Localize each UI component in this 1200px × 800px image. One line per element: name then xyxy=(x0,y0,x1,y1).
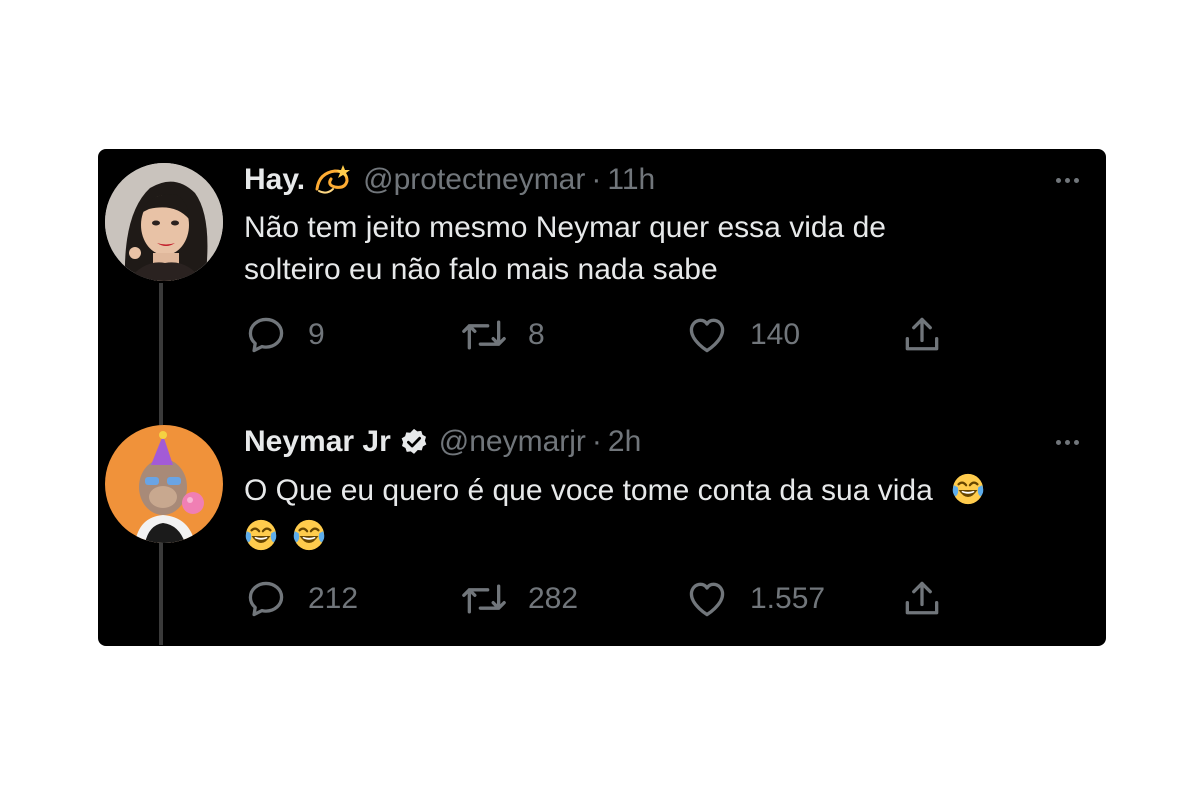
retweet-button[interactable]: 8 xyxy=(460,313,545,357)
tweet-text: O Que eu quero é que voce tome conta da … xyxy=(244,470,1084,558)
timestamp[interactable]: 11h xyxy=(607,162,655,198)
share-button[interactable] xyxy=(900,313,944,357)
verified-badge-icon xyxy=(399,427,429,457)
share-icon xyxy=(905,581,939,615)
reply-icon xyxy=(248,317,284,353)
reply-button[interactable]: 9 xyxy=(244,313,325,357)
tweet-actions: 212 282 1.557 xyxy=(244,577,964,625)
reply-button[interactable]: 212 xyxy=(244,577,358,621)
retweet-button[interactable]: 282 xyxy=(460,577,578,621)
reply-count: 9 xyxy=(308,318,325,351)
retweet-icon xyxy=(462,320,506,350)
user-avatar-image xyxy=(105,163,223,281)
emoji-line xyxy=(244,516,1084,558)
reply-icon xyxy=(248,581,284,617)
separator-dot: · xyxy=(591,163,602,196)
retweet-icon xyxy=(462,584,506,614)
tweet-header: Hay. @protectneymar · 11h xyxy=(244,162,655,198)
avatar[interactable] xyxy=(105,163,223,281)
avatar[interactable] xyxy=(105,425,223,543)
more-options-icon[interactable] xyxy=(1056,440,1079,445)
tweet-header: Neymar Jr @neymarjr · 2h xyxy=(244,424,641,460)
like-button[interactable]: 140 xyxy=(684,313,800,357)
retweet-count: 282 xyxy=(528,582,579,615)
tweet-text-line: solteiro eu não falo mais nada sabe xyxy=(244,253,718,286)
like-count: 140 xyxy=(750,318,801,351)
timestamp[interactable]: 2h xyxy=(608,424,641,460)
tweet-text-line: Não tem jeito mesmo Neymar quer essa vid… xyxy=(244,211,886,244)
display-name[interactable]: Neymar Jr xyxy=(244,424,391,460)
laughing-tears-emoji-icon xyxy=(292,518,326,552)
user-handle[interactable]: @protectneymar xyxy=(363,162,585,198)
tweet-text: Não tem jeito mesmo Neymar quer essa vid… xyxy=(244,207,1084,291)
tweet-actions: 9 8 140 xyxy=(244,313,964,361)
separator-dot: · xyxy=(591,425,602,458)
laughing-tears-emoji-icon xyxy=(244,518,278,552)
laughing-tears-emoji-icon xyxy=(951,472,985,506)
more-options-icon[interactable] xyxy=(1056,178,1079,183)
retweet-count: 8 xyxy=(528,318,545,351)
heart-icon xyxy=(689,318,725,353)
like-button[interactable]: 1.557 xyxy=(684,577,825,621)
heart-icon xyxy=(689,582,725,617)
tweet-text-content: O Que eu quero é que voce tome conta da … xyxy=(244,474,933,507)
share-icon xyxy=(905,317,939,351)
share-button[interactable] xyxy=(900,577,944,621)
like-count: 1.557 xyxy=(750,582,826,615)
display-name[interactable]: Hay. xyxy=(244,162,305,198)
reply-count: 212 xyxy=(308,582,359,615)
user-avatar-image xyxy=(105,425,223,543)
tweet-text-line: O Que eu quero é que voce tome conta da … xyxy=(244,470,1084,512)
user-handle[interactable]: @neymarjr xyxy=(439,424,586,460)
dizzy-emoji-icon xyxy=(313,163,353,197)
